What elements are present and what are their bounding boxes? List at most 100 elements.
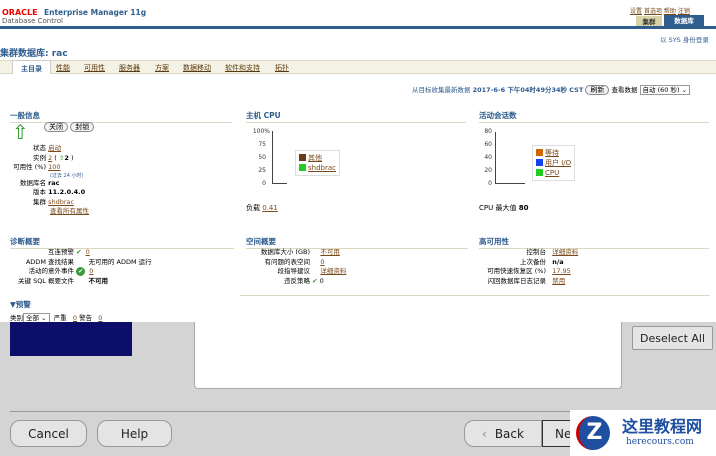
legend-cpu[interactable]: CPU <box>545 169 559 177</box>
alerts-toggle[interactable]: ▼预警 <box>10 299 31 310</box>
warning-link[interactable]: 0 <box>98 314 102 322</box>
cpu-section-title: 主机 CPU <box>246 110 466 123</box>
instances-link[interactable]: 2 <box>48 154 52 162</box>
legend-swatch-user-io <box>536 159 543 166</box>
view-data-select[interactable]: 自动 (60 秒) ⌄ <box>639 85 691 95</box>
availability-link[interactable]: 100 <box>48 163 60 171</box>
tab-performance[interactable]: 性能 <box>56 63 70 73</box>
tab-availability[interactable]: 可用性 <box>84 63 105 73</box>
status-label: 状态 <box>33 144 46 152</box>
fra-label: 可用快速恢复区 (%) <box>487 267 546 275</box>
incidents-label: 活动的意外事件 <box>28 267 75 275</box>
view-data-label: 查看数据 <box>611 86 638 94</box>
legend-swatch-wait <box>536 149 543 156</box>
cluster-link[interactable]: shdbrac <box>48 198 74 206</box>
tab-data-movement[interactable]: 数据移动 <box>183 63 211 73</box>
sessions-legend: 等待 用户 I/O CPU <box>532 145 576 181</box>
legend-wait[interactable]: 等待 <box>545 149 559 157</box>
addm-value: 无可用的 ADDM 运行 <box>88 257 152 266</box>
cpu-tick: 100% <box>252 128 270 135</box>
header-divider <box>0 26 716 29</box>
cancel-button[interactable]: Cancel <box>10 420 87 447</box>
sessions-section-title: 活动会话数 <box>479 110 709 123</box>
tab-software-support[interactable]: 软件和支持 <box>225 63 260 73</box>
deselect-all-button[interactable]: Deselect All <box>632 326 713 350</box>
warning-label: 警告 <box>79 314 93 322</box>
console-link[interactable]: 详细资料 <box>552 248 578 256</box>
preferences-link[interactable]: 首选项 <box>644 8 662 15</box>
oracle-logo: ORACLE <box>2 8 38 17</box>
watermark-title: 这里教程网 <box>622 417 703 436</box>
chevron-left-icon: ‹ <box>482 426 487 441</box>
flashback-label: 闪回数据库日志记录 <box>487 276 547 285</box>
product-subtitle: Database Control <box>2 17 63 25</box>
tab-cluster[interactable]: 集群 <box>636 16 662 26</box>
cpu-max-label: CPU 最大值 <box>479 204 517 212</box>
tab-database[interactable]: 数据库 <box>664 15 704 26</box>
cpu-legend: 其他 shdbrac <box>295 150 340 176</box>
login-info: 以 SYS 身份登录 <box>660 36 709 44</box>
cluster-label: 集群 <box>33 197 46 206</box>
tab-schema[interactable]: 方案 <box>155 63 169 73</box>
tab-server[interactable]: 服务器 <box>119 63 140 73</box>
critical-label: 严重 <box>53 314 67 322</box>
version-value: 11.2.0.4.0 <box>48 188 86 196</box>
check-icon: ✔ <box>312 276 318 285</box>
page-title: 集群数据库: rac <box>0 49 68 59</box>
incidents-link[interactable]: 0 <box>89 267 93 275</box>
back-button[interactable]: ‹ Back <box>464 420 542 447</box>
watermark-logo-icon: Z <box>576 416 610 450</box>
refresh-bar: 从目标收集最新数据 2017-6-6 下午04时49分34秒 CST 刷新 查看… <box>412 84 691 95</box>
legend-shdbrac[interactable]: shdbrac <box>308 164 336 172</box>
interconnect-link[interactable]: 0 <box>86 248 90 256</box>
all-properties-link[interactable]: 查看所有属性 <box>50 207 89 215</box>
refresh-timestamp: 2017-6-6 下午04时49分34秒 CST <box>472 86 584 94</box>
legend-user-io[interactable]: 用户 I/O <box>545 159 571 167</box>
dbname-value: rac <box>48 178 60 187</box>
sql-profile-label: 关键 SQL 概要文件 <box>18 276 74 285</box>
db-size-label: 数据库大小 (GB) <box>260 248 310 256</box>
shutdown-button[interactable]: 关闭 <box>44 122 68 132</box>
cpu-max-value: 80 <box>518 204 529 212</box>
help-button[interactable]: Help <box>97 420 172 447</box>
category-label: 类别 <box>10 314 23 322</box>
db-size-link[interactable]: 不可用 <box>320 248 340 256</box>
legend-other[interactable]: 其他 <box>308 154 322 162</box>
problem-tablespace-link[interactable]: 0 <box>320 258 324 266</box>
policy-label: 违反策略 <box>284 276 310 285</box>
instances-label: 实例 <box>33 153 46 162</box>
cpu-tick: 75 <box>258 141 266 148</box>
status-link[interactable]: 启动 <box>48 144 61 152</box>
refresh-button[interactable]: 刷新 <box>585 85 610 95</box>
tab-topology[interactable]: 拓扑 <box>275 63 289 73</box>
up-arrow-icon: ⇧ <box>12 120 29 144</box>
help-link[interactable]: 帮助 <box>664 8 676 15</box>
version-label: 版本 <box>33 188 46 196</box>
sessions-tick: 80 <box>484 128 492 135</box>
legend-swatch-other <box>299 154 306 161</box>
sessions-tick: 40 <box>484 154 492 161</box>
check-icon: ✔ <box>76 248 82 256</box>
flashback-link[interactable]: 禁用 <box>552 277 565 285</box>
instances-up: 2 <box>64 153 69 162</box>
availability-label: 可用性 (%) <box>13 163 46 171</box>
policy-value: 0 <box>319 276 324 285</box>
settings-link[interactable]: 设置 <box>630 8 642 15</box>
last-backup-label: 上次备份 <box>520 257 546 266</box>
console-label: 控制台 <box>526 248 547 256</box>
product-name: Enterprise Manager 11g <box>44 8 147 17</box>
blackout-button[interactable]: 封锁 <box>70 122 95 132</box>
cpu-tick: 0 <box>262 180 266 187</box>
segment-advice-link[interactable]: 详细资料 <box>320 267 346 275</box>
interconnect-label: 互连预警 <box>48 248 74 256</box>
logout-link[interactable]: 注销 <box>678 8 690 15</box>
cpu-tick: 25 <box>258 167 266 174</box>
fra-link[interactable]: 17.95 <box>552 267 571 275</box>
legend-swatch-shdbrac <box>299 164 306 171</box>
critical-link[interactable]: 0 <box>73 314 77 322</box>
segment-advice-label: 段指导建议 <box>277 267 311 275</box>
problem-tablespace-label: 有问题的表空间 <box>264 257 311 266</box>
tab-home[interactable]: 主目录 <box>12 60 51 74</box>
load-link[interactable]: 0.41 <box>262 204 278 212</box>
section-divider <box>240 295 710 296</box>
